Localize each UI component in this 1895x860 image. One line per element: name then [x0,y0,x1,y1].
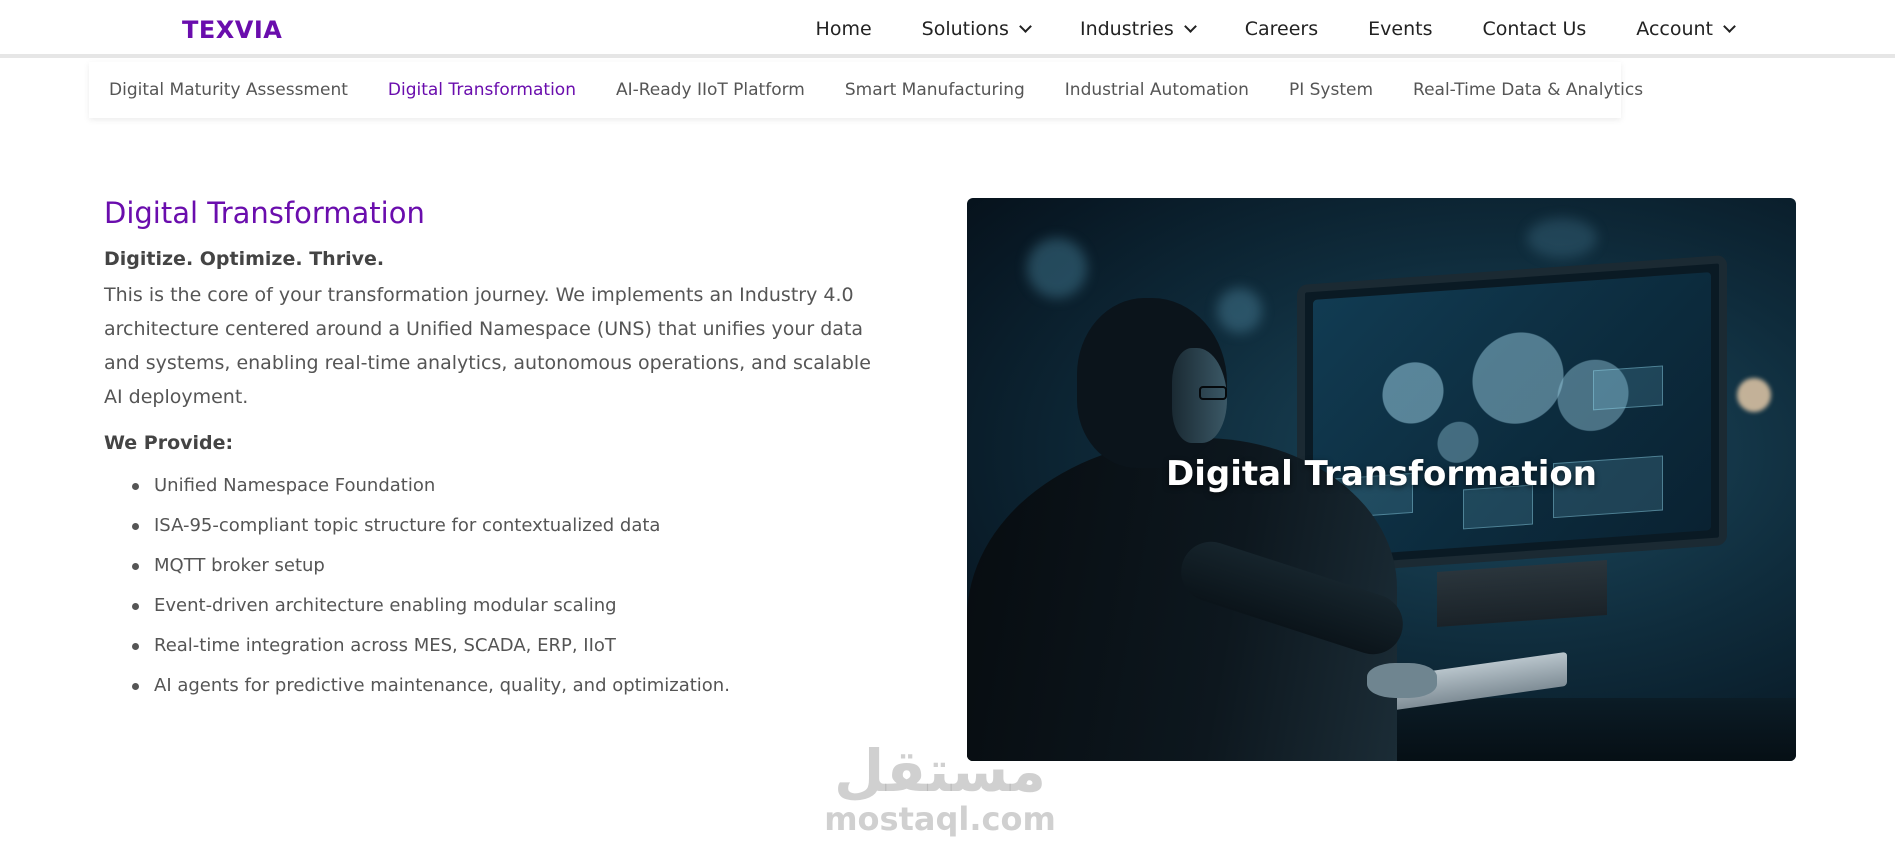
chevron-down-icon [1183,20,1197,33]
watermark-latin: mostaql.com [824,800,1056,838]
glasses [1199,386,1227,400]
nav-account-label: Account [1636,18,1713,40]
list-item: AI agents for predictive maintenance, qu… [132,674,904,714]
provide-heading: We Provide: [104,432,234,454]
main-content: Digital Transformation Digitize. Optimiz… [104,196,904,714]
chevron-down-icon [1019,20,1032,33]
nav-contact-us[interactable]: Contact Us [1483,18,1587,40]
nav-industries-label: Industries [1079,18,1174,40]
nav-careers-label: Careers [1244,18,1319,40]
provide-list: Unified Namespace Foundation ISA-95-comp… [104,474,904,714]
nav-account[interactable]: Account [1636,18,1736,40]
hero-overlay-title: Digital Transformation [1166,454,1597,494]
list-item: Unified Namespace Foundation [132,474,904,514]
nav-events-label: Events [1368,18,1433,40]
person-silhouette [967,278,1437,761]
subnav-item-pi-system[interactable]: PI System [1289,80,1373,100]
bokeh-light [1527,218,1597,258]
hero-image: Digital Transformation [967,198,1796,761]
nav-contact-label: Contact Us [1482,18,1587,40]
watermark: مستقل mostaql.com [820,740,1060,836]
subnav-item-iiot-platform[interactable]: AI-Ready IIoT Platform [616,80,805,100]
nav-careers[interactable]: Careers [1245,18,1318,40]
list-item: Event-driven architecture enabling modul… [132,594,904,634]
description: This is the core of your transformation … [104,284,871,408]
list-item: Real-time integration across MES, SCADA,… [132,634,904,674]
nav-home[interactable]: Home [816,18,872,40]
brand-logo[interactable]: TEXVIA [182,16,282,44]
nav-home-label: Home [815,18,872,40]
watermark-arabic: مستقل [833,737,1047,805]
tagline: Digitize. Optimize. Thrive. [104,248,385,270]
subnav-item-digital-maturity[interactable]: Digital Maturity Assessment [109,80,348,100]
subnav-item-digital-transformation[interactable]: Digital Transformation [388,80,576,100]
nav-solutions-label: Solutions [921,18,1009,40]
subnav-item-realtime-analytics[interactable]: Real-Time Data & Analytics [1413,80,1643,100]
dashboard-panel [1593,365,1663,411]
main-nav: Home Solutions Industries Careers Events… [766,0,1736,58]
subnav-item-smart-manufacturing[interactable]: Smart Manufacturing [845,80,1025,100]
monitor-stand [1437,560,1607,627]
solutions-subnav: Digital Maturity Assessment Digital Tran… [89,62,1643,118]
top-navbar: TEXVIA Home Solutions Industries Careers… [0,0,1895,58]
subnav-item-industrial-automation[interactable]: Industrial Automation [1065,80,1249,100]
bokeh-light [1737,378,1771,412]
person-hand [1367,663,1437,698]
page-title: Digital Transformation [104,196,425,230]
list-item: MQTT broker setup [132,554,904,594]
nav-solutions[interactable]: Solutions [921,18,1032,40]
nav-industries[interactable]: Industries [1079,18,1197,40]
list-item: ISA-95-compliant topic structure for con… [132,514,904,554]
nav-events[interactable]: Events [1368,18,1432,40]
chevron-down-icon [1723,20,1736,33]
